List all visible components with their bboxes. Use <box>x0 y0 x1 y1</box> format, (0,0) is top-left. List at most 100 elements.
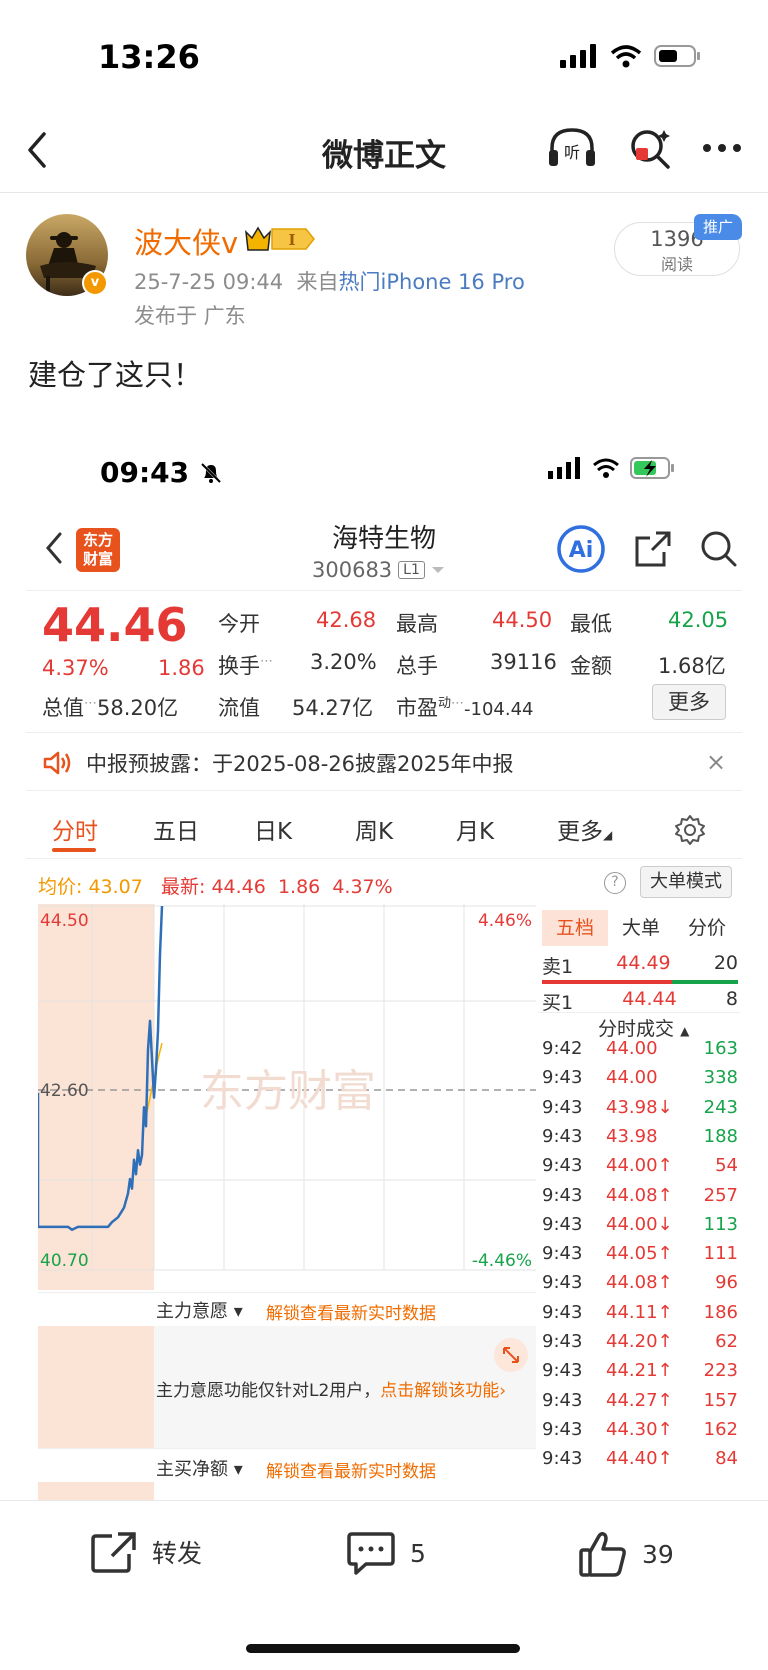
post-location: 发布于 广东 <box>134 304 246 328</box>
buy-bar <box>672 980 738 984</box>
trade-row: 9:43 44.21↑ 223 <box>542 1360 738 1381</box>
trade-row: 9:43 44.05↑ 111 <box>542 1243 738 1264</box>
y-label-bottom: 40.70 <box>40 1251 89 1271</box>
status-time: 13:26 <box>98 38 200 76</box>
trade-row: 9:43 44.00↓ 113 <box>542 1214 738 1235</box>
search-icon[interactable] <box>700 530 738 568</box>
repost-button[interactable]: 转发 <box>90 1530 202 1574</box>
trade-volume: 157 <box>703 1389 738 1411</box>
signal-icon <box>560 44 596 68</box>
mktcap-value: 58.20亿 <box>97 696 179 720</box>
trade-row: 9:43 44.11↑ 186 <box>542 1302 738 1323</box>
tab-five-levels[interactable]: 五档 <box>542 910 608 946</box>
trade-price: 44.11↑ <box>606 1301 673 1323</box>
close-icon[interactable]: × <box>706 748 726 776</box>
divider <box>26 732 742 733</box>
tab-five-day[interactable]: 五日 <box>153 812 254 846</box>
trade-price: 44.40↑ <box>606 1448 673 1470</box>
caret-down-icon <box>431 567 444 573</box>
change-amount: 1.86 <box>158 656 205 680</box>
net-buy-label[interactable]: 主买净额 ▾ <box>156 1455 243 1481</box>
settings-gear-icon[interactable] <box>674 814 706 846</box>
trade-volume: 54 <box>715 1155 738 1177</box>
ai-search-icon[interactable] <box>628 126 672 170</box>
wifi-icon <box>593 458 619 478</box>
pe-label: 市盈动⋯-104.44 <box>396 696 534 720</box>
svg-text:听: 听 <box>564 143 580 162</box>
mute-bell-icon <box>200 462 221 484</box>
trade-time: 9:43 <box>542 1331 583 1352</box>
nav-actions: 听 <box>546 126 742 170</box>
divider <box>538 1012 740 1013</box>
tab-intraday[interactable]: 分时 <box>52 812 153 846</box>
main-intent-header: 主力意愿 ▾ 解锁查看最新实时数据 <box>38 1292 536 1326</box>
trade-time: 9:43 <box>542 1389 583 1411</box>
main-intent-label[interactable]: 主力意愿 ▾ <box>156 1297 243 1323</box>
watermark: 东方财富 <box>200 1066 376 1117</box>
trade-price: 44.30↑ <box>606 1418 673 1440</box>
battery-icon <box>654 45 700 67</box>
turnover-label: 换手⋯ <box>218 654 273 678</box>
big-order-mode-button[interactable]: 大单模式 <box>640 866 732 898</box>
tab-price-dist[interactable]: 分价 <box>674 910 740 946</box>
repost-label: 转发 <box>152 1539 203 1568</box>
vip-badge: I <box>244 224 316 258</box>
earnings-notice[interactable]: 中报预披露：于2025-08-26披露2025年中报 <box>42 748 513 778</box>
ai-assistant-icon[interactable]: Ai <box>556 524 606 574</box>
level-badge: L1 <box>398 561 425 579</box>
trade-row: 9:43 43.98 188 <box>542 1126 738 1147</box>
promo-badge[interactable]: 推广 <box>694 214 742 240</box>
stock-actions: Ai <box>556 524 738 574</box>
trade-price: 44.00↓ <box>606 1213 673 1235</box>
trade-row: 9:43 44.40↑ 84 <box>542 1448 738 1469</box>
pct-label-bottom: -4.46% <box>472 1251 532 1271</box>
trade-time: 9:43 <box>542 1360 583 1382</box>
tab-daily-k[interactable]: 日K <box>254 812 355 846</box>
speaker-icon <box>43 751 71 775</box>
repost-icon <box>91 1532 136 1573</box>
help-icon[interactable]: ? <box>604 872 626 894</box>
listen-icon[interactable]: 听 <box>546 126 598 170</box>
tab-monthly-k[interactable]: 月K <box>456 812 557 846</box>
low-value: 42.05 <box>668 608 729 632</box>
source-link[interactable]: 热门iPhone 16 Pro <box>339 270 525 294</box>
divider <box>26 858 742 859</box>
comment-icon <box>347 1532 395 1575</box>
unlock-link[interactable]: 解锁查看最新实时数据 <box>266 1457 436 1482</box>
expand-icon[interactable] <box>494 1338 528 1372</box>
trade-row: 9:43 44.00↑ 54 <box>542 1155 738 1176</box>
trades-title[interactable]: 分时成交 ▲ <box>598 1014 689 1041</box>
notice-text: 中报预披露：于2025-08-26披露2025年中报 <box>86 752 514 776</box>
unlock-link[interactable]: 解锁查看最新实时数据 <box>266 1299 436 1324</box>
trade-volume: 62 <box>715 1331 738 1352</box>
change-pct: 4.37% <box>42 656 109 680</box>
high-label: 最高 <box>396 612 438 636</box>
tab-weekly-k[interactable]: 周K <box>355 812 456 846</box>
volume-value: 39116 <box>490 650 557 674</box>
trade-time: 9:43 <box>542 1067 583 1089</box>
tab-more[interactable]: 更多◢ <box>557 812 658 846</box>
battery-charging-icon <box>630 457 674 479</box>
chart-tabs: 分时 五日 日K 周K 月K 更多◢ <box>52 812 658 846</box>
amount-value: 1.68亿 <box>658 654 726 678</box>
username[interactable]: 波大侠v <box>134 220 238 262</box>
more-icon[interactable] <box>702 126 742 170</box>
stock-code[interactable]: 300683 L1 <box>312 558 445 582</box>
trade-volume: 111 <box>703 1243 738 1265</box>
comment-button[interactable]: 5 <box>346 1530 426 1576</box>
reads-label: 阅读 <box>660 255 693 274</box>
like-button[interactable]: 39 <box>578 1530 674 1578</box>
home-indicator[interactable] <box>246 1644 520 1653</box>
current-price: 44.46 <box>42 598 188 652</box>
intraday-chart[interactable]: 东方财富 44.50 42.60 40.70 4.46% -4.46% <box>38 904 536 1290</box>
trade-price: 44.21↑ <box>606 1360 673 1382</box>
float-label: 流值 <box>218 696 260 720</box>
share-icon[interactable] <box>634 530 672 568</box>
stock-code-number: 300683 <box>312 558 393 582</box>
tab-big-orders[interactable]: 大单 <box>608 910 674 946</box>
trade-price: 44.08↑ <box>606 1184 673 1206</box>
more-quotes-button[interactable]: 更多 <box>652 684 726 720</box>
trade-row: 9:43 44.08↑ 257 <box>542 1185 738 1206</box>
trade-price: 43.98↓ <box>606 1096 673 1118</box>
unlock-feature-link[interactable]: 点击解锁该功能 <box>380 1381 499 1401</box>
